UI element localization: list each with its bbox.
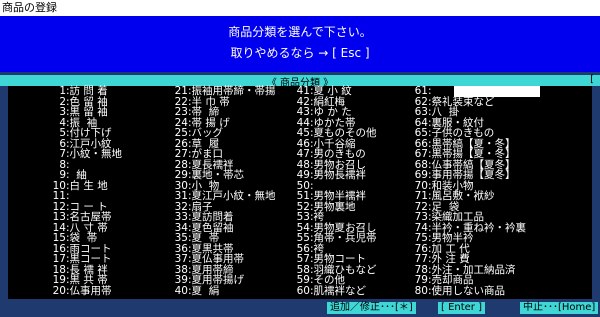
category-number: 40 — [174, 284, 188, 297]
category-label: 白 生 地 — [69, 179, 108, 192]
category-label: 肌襦袢など — [313, 284, 367, 297]
category-label: 小紋・無地 — [69, 148, 123, 160]
add-edit-key[interactable]: 追加／修正･･･[＊] — [327, 302, 416, 314]
category-item[interactable]: 40:夏 絹 — [164, 284, 220, 298]
instruction-line: 商品分類を選んで下さい。 — [228, 25, 372, 39]
footer-bar: 追加／修正･･･[＊] [ Enter ] 中止･･･[Home] — [0, 299, 600, 317]
panel-bracket: [ — [590, 74, 594, 85]
category-item[interactable]: 20:仏事用帯 — [42, 285, 112, 298]
category-label: 男物長襦袢 — [313, 169, 367, 181]
enter-key[interactable]: [ Enter ] — [438, 302, 486, 314]
cancel-hint: 取りやめるなら → [ Esc ] — [230, 46, 370, 60]
selection-cursor[interactable] — [454, 86, 540, 97]
category-item[interactable]: 60:肌襦袢など — [286, 285, 366, 298]
category-number: 80 — [414, 284, 428, 297]
category-label: 仏事用帯 — [69, 284, 112, 297]
category-label: 夏 絹 — [191, 284, 220, 297]
category-list: 1:訪 問 着 2:色 留 袖 3:黒 留 袖 4:振 袖 5:付け下げ 6:江戸小紋 7:… — [8, 85, 592, 301]
category-item[interactable]: 80:使用しない商品 — [404, 285, 505, 298]
category-number: 20 — [52, 284, 66, 297]
cancel-key[interactable]: 中止･･･[Home] — [520, 302, 599, 314]
instruction-panel: 商品分類を選んで下さい。 取りやめるなら → [ Esc ] — [0, 16, 600, 72]
category-label: 使用しない商品 — [431, 284, 506, 297]
window-title: 商品の登録 — [0, 0, 600, 16]
category-number: 60 — [296, 284, 310, 297]
